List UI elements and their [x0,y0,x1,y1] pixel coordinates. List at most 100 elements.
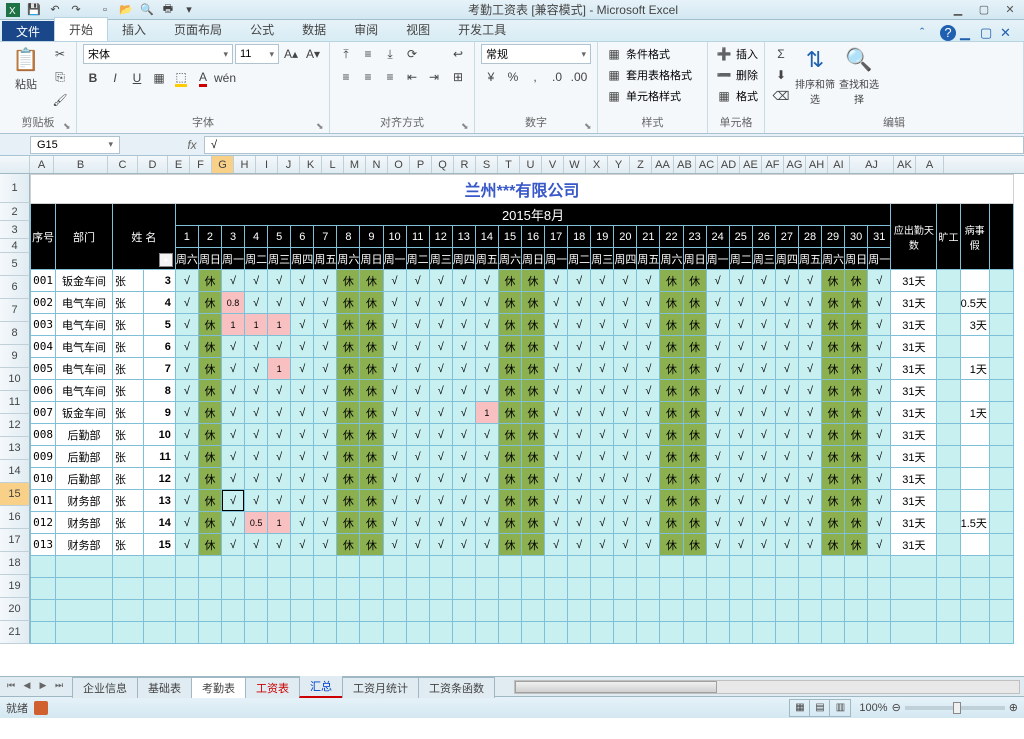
att-cell[interactable]: 休 [198,512,221,534]
ribbon-min-icon[interactable]: ˆ [920,25,936,41]
att-cell[interactable]: √ [268,468,291,490]
att-cell[interactable]: √ [706,292,729,314]
cell-seq[interactable]: 010 [31,468,56,490]
cell-sick[interactable] [960,534,989,556]
underline-button[interactable]: U [127,68,147,88]
empty-cell[interactable] [775,556,798,578]
att-cell[interactable]: √ [314,380,337,402]
att-cell[interactable]: √ [175,534,198,556]
att-cell[interactable]: 休 [845,314,868,336]
empty-cell[interactable] [198,622,221,644]
empty-cell[interactable] [452,556,475,578]
indent-inc-icon[interactable]: ⇥ [424,67,444,87]
col-header-I[interactable]: I [256,156,278,173]
row-header-6[interactable]: 6 [0,276,30,299]
att-cell[interactable]: √ [591,490,614,512]
att-cell[interactable]: √ [591,512,614,534]
col-header-A[interactable]: A [30,156,54,173]
empty-cell[interactable] [112,578,143,600]
att-cell[interactable]: √ [591,446,614,468]
att-cell[interactable]: √ [706,270,729,292]
att-cell[interactable]: √ [314,358,337,380]
empty-cell[interactable] [637,556,660,578]
att-cell[interactable]: 休 [845,358,868,380]
att-cell[interactable]: √ [268,270,291,292]
cell-dept[interactable]: 后勤部 [56,446,113,468]
att-cell[interactable]: 休 [660,490,683,512]
empty-cell[interactable] [475,600,498,622]
file-tab[interactable]: 文件 [2,21,54,41]
att-cell[interactable]: √ [752,380,775,402]
empty-cell[interactable] [360,578,383,600]
att-cell[interactable]: √ [775,534,798,556]
fill-color-icon[interactable]: ⬚ [171,68,191,88]
att-cell[interactable]: 休 [498,292,521,314]
cell-seq[interactable]: 004 [31,336,56,358]
att-cell[interactable]: √ [545,402,568,424]
att-cell[interactable]: 休 [845,512,868,534]
col-header-V[interactable]: V [542,156,564,173]
att-cell[interactable]: √ [591,402,614,424]
att-cell[interactable]: √ [729,468,752,490]
empty-cell[interactable] [798,622,821,644]
att-cell[interactable]: 休 [360,402,383,424]
row-header-2[interactable]: 2 [0,203,30,221]
att-cell[interactable]: √ [568,512,591,534]
att-cell[interactable]: √ [637,468,660,490]
cell-name[interactable]: 张 [112,402,143,424]
empty-cell[interactable] [937,600,960,622]
empty-cell[interactable] [845,578,868,600]
cell-style-button[interactable]: ▦单元格样式 [604,86,692,106]
sheet-tab-0[interactable]: 企业信息 [72,677,138,698]
att-cell[interactable]: 休 [360,512,383,534]
empty-cell[interactable] [989,556,1013,578]
empty-cell[interactable] [112,556,143,578]
tab-layout[interactable]: 页面布局 [160,18,236,41]
att-cell[interactable]: √ [452,380,475,402]
cell-nid[interactable]: 11 [144,446,175,468]
empty-cell[interactable] [798,556,821,578]
att-cell[interactable]: √ [868,534,891,556]
col-header-AG[interactable]: AG [784,156,806,173]
excel-icon[interactable]: X [4,1,22,19]
att-cell[interactable]: √ [291,380,314,402]
att-cell[interactable]: 休 [522,534,545,556]
att-cell[interactable]: √ [406,358,429,380]
save-icon[interactable]: 💾 [25,1,43,19]
col-header-J[interactable]: J [278,156,300,173]
att-cell[interactable]: √ [591,468,614,490]
copy-icon[interactable]: ⎘ [50,67,70,87]
att-cell[interactable]: √ [752,402,775,424]
att-cell[interactable]: 休 [360,446,383,468]
cell-nid[interactable]: 15 [144,534,175,556]
empty-cell[interactable] [614,556,637,578]
cell-name[interactable]: 张 [112,358,143,380]
att-cell[interactable]: √ [868,402,891,424]
att-cell[interactable]: √ [729,358,752,380]
cell-absent[interactable] [937,534,960,556]
att-cell[interactable]: 休 [522,490,545,512]
empty-cell[interactable] [822,578,845,600]
att-cell[interactable]: √ [729,336,752,358]
att-cell[interactable]: √ [291,512,314,534]
att-cell[interactable]: √ [775,446,798,468]
col-header-N[interactable]: N [366,156,388,173]
att-cell[interactable]: √ [798,512,821,534]
page-break-icon[interactable]: ▥ [830,700,850,716]
att-cell[interactable]: √ [475,512,498,534]
empty-cell[interactable] [475,578,498,600]
att-cell[interactable]: √ [475,380,498,402]
formula-input[interactable]: √ [204,136,1024,154]
row-header-12[interactable]: 12 [0,414,30,437]
att-cell[interactable]: 休 [845,336,868,358]
att-cell[interactable]: 1 [245,314,268,336]
att-cell[interactable]: √ [429,402,452,424]
att-cell[interactable]: 休 [522,292,545,314]
cell-sick[interactable] [960,336,989,358]
empty-cell[interactable] [56,556,113,578]
att-cell[interactable]: √ [291,468,314,490]
empty-cell[interactable] [383,556,406,578]
att-cell[interactable]: √ [752,358,775,380]
att-cell[interactable]: √ [706,468,729,490]
att-cell[interactable]: √ [591,424,614,446]
